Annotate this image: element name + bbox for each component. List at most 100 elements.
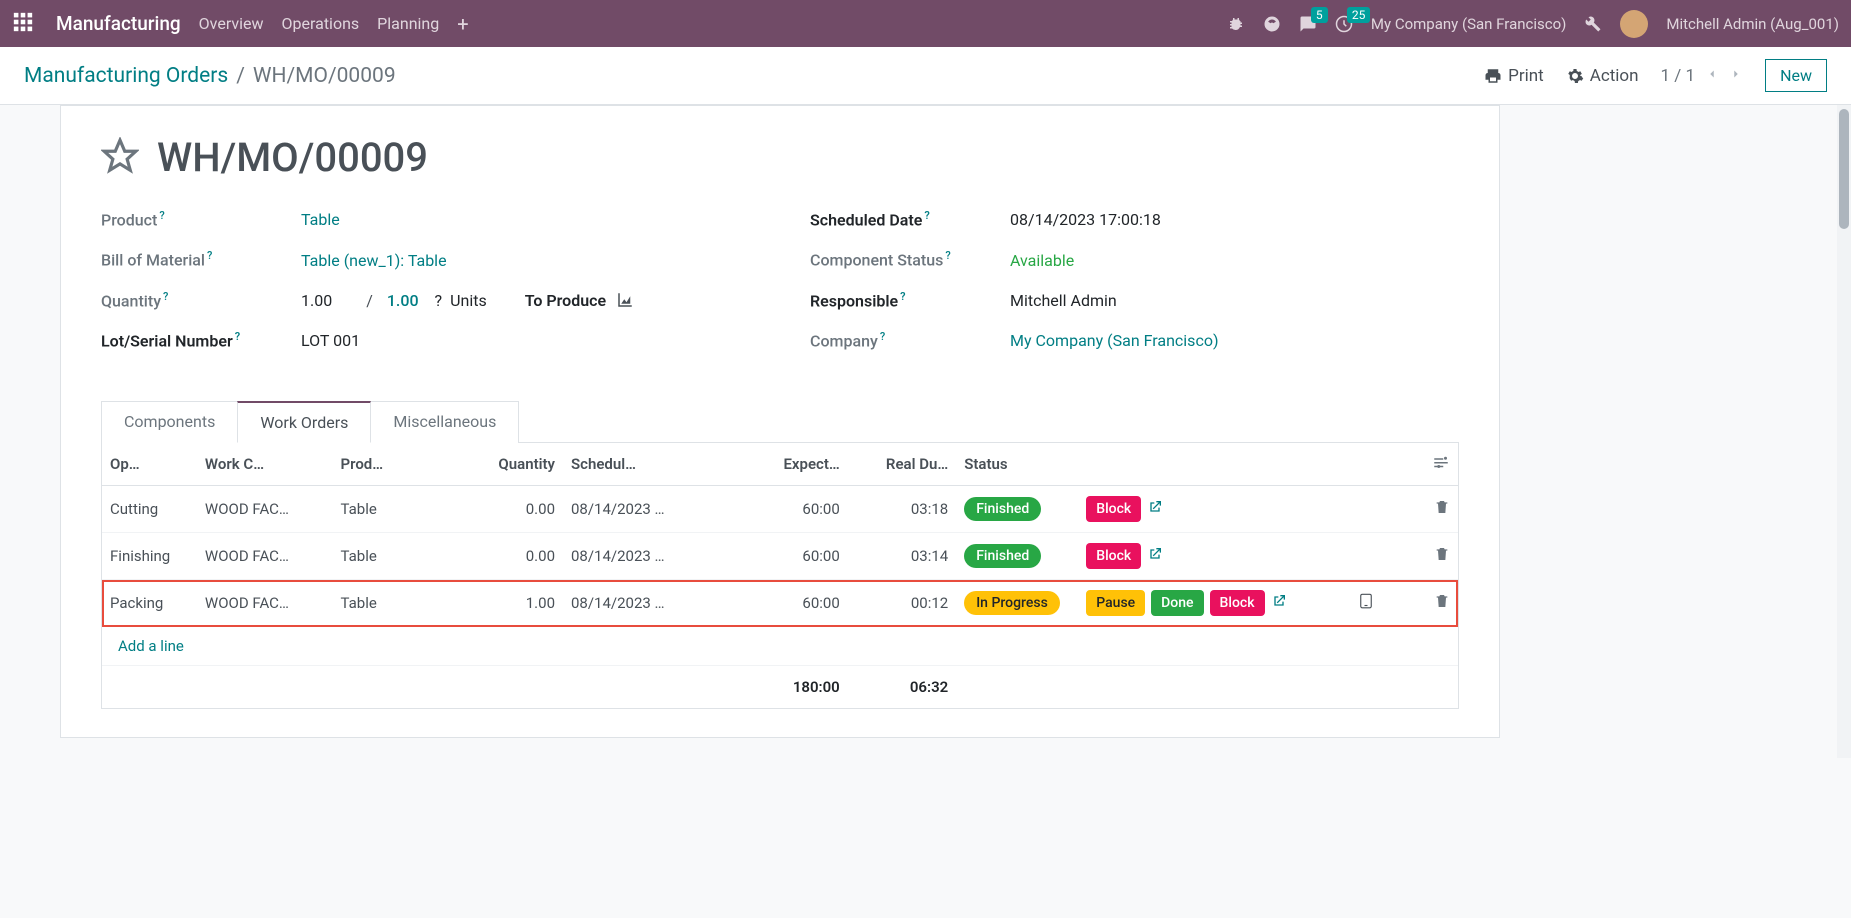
apps-icon[interactable] (12, 11, 34, 37)
tabs: Components Work Orders Miscellaneous (101, 400, 1459, 443)
cell-work-center: WOOD FAC… (197, 486, 333, 533)
print-button[interactable]: Print (1484, 66, 1544, 86)
cell-scheduled: 08/14/2023 … (563, 486, 712, 533)
bug-icon[interactable] (1227, 15, 1245, 33)
star-icon[interactable] (101, 137, 139, 179)
columns-settings-icon[interactable] (1432, 457, 1450, 475)
lot-label: Lot/Serial Number? (101, 330, 301, 350)
print-icon (1484, 67, 1502, 85)
activities-badge: 25 (1347, 7, 1371, 23)
activities-icon[interactable]: 25 (1335, 15, 1353, 33)
th-product[interactable]: Prod… (333, 443, 469, 486)
avatar[interactable] (1620, 10, 1648, 38)
external-link-icon[interactable] (1147, 499, 1163, 519)
table-row[interactable]: Packing WOOD FAC… Table 1.00 08/14/2023 … (102, 580, 1458, 627)
cell-real-duration: 00:12 (848, 580, 956, 627)
cell-expected: 60:00 (712, 533, 848, 580)
block-button[interactable]: Block (1086, 496, 1141, 522)
scheduled-value[interactable]: 08/14/2023 17:00:18 (1010, 210, 1161, 229)
company-selector[interactable]: My Company (San Francisco) (1371, 15, 1566, 33)
pager-prev-icon[interactable] (1705, 66, 1719, 86)
subbar-right: Print Action 1 / 1 New (1484, 59, 1827, 92)
menu-overview[interactable]: Overview (199, 14, 264, 33)
cell-real-duration: 03:14 (848, 533, 956, 580)
responsible-label: Responsible? (810, 290, 1010, 310)
cell-product: Table (333, 580, 469, 627)
pager: 1 / 1 (1661, 66, 1744, 86)
app-name[interactable]: Manufacturing (56, 12, 181, 35)
tab-work-orders[interactable]: Work Orders (237, 401, 371, 443)
breadcrumb-link[interactable]: Manufacturing Orders (24, 64, 228, 88)
th-scheduled[interactable]: Schedul… (563, 443, 712, 486)
external-link-icon[interactable] (1271, 593, 1287, 613)
messages-badge: 5 (1311, 7, 1328, 23)
total-real-duration: 06:32 (848, 666, 956, 709)
table-wrap: Op… Work C… Prod… Quantity Schedul… Expe… (101, 443, 1459, 709)
action-button[interactable]: Action (1566, 66, 1639, 86)
quantity-target[interactable]: 1.00 (387, 291, 419, 310)
lot-value[interactable]: LOT 001 (301, 331, 360, 350)
cell-scheduled: 08/14/2023 … (563, 533, 712, 580)
cell-scheduled: 08/14/2023 … (563, 580, 712, 627)
cell-operation: Cutting (102, 486, 197, 533)
page-title: WH/MO/00009 (157, 134, 428, 181)
gear-icon (1566, 67, 1584, 85)
messages-icon[interactable]: 5 (1299, 15, 1317, 33)
username[interactable]: Mitchell Admin (Aug_001) (1666, 15, 1839, 33)
table-row[interactable]: Cutting WOOD FAC… Table 0.00 08/14/2023 … (102, 486, 1458, 533)
th-real-duration[interactable]: Real Du… (848, 443, 956, 486)
scrollbar-thumb[interactable] (1839, 109, 1849, 229)
tools-icon[interactable] (1584, 15, 1602, 33)
quantity-value[interactable]: 1.00 (301, 291, 332, 310)
cell-product: Table (333, 533, 469, 580)
status-badge: Finished (964, 497, 1041, 521)
cell-real-duration: 03:18 (848, 486, 956, 533)
trash-icon[interactable] (1434, 595, 1450, 613)
chart-icon[interactable] (616, 291, 634, 309)
tablet-icon[interactable] (1357, 596, 1375, 614)
th-expected[interactable]: Expect… (712, 443, 848, 486)
title-row: WH/MO/00009 (101, 134, 1459, 181)
company-value[interactable]: My Company (San Francisco) (1010, 331, 1219, 350)
support-icon[interactable] (1263, 15, 1281, 33)
trash-icon[interactable] (1434, 501, 1450, 519)
th-status[interactable]: Status (956, 443, 1078, 486)
plus-icon[interactable]: + (457, 12, 468, 36)
component-status-value: Available (1010, 251, 1074, 270)
block-button[interactable]: Block (1086, 543, 1141, 569)
cell-operation: Packing (102, 580, 197, 627)
th-work-center[interactable]: Work C… (197, 443, 333, 486)
scrollbar[interactable] (1837, 105, 1851, 758)
product-value[interactable]: Table (301, 210, 340, 229)
th-quantity[interactable]: Quantity (468, 443, 563, 486)
tab-components[interactable]: Components (101, 401, 238, 443)
table-row[interactable]: Finishing WOOD FAC… Table 0.00 08/14/202… (102, 533, 1458, 580)
tab-miscellaneous[interactable]: Miscellaneous (370, 401, 519, 443)
th-operation[interactable]: Op… (102, 443, 197, 486)
cell-operation: Finishing (102, 533, 197, 580)
bom-value[interactable]: Table (new_1): Table (301, 251, 447, 270)
status-badge: Finished (964, 544, 1041, 568)
menu-operations[interactable]: Operations (282, 14, 360, 33)
form-col-left: Product? Table Bill of Material? Table (… (101, 209, 750, 370)
cell-quantity: 1.00 (468, 580, 563, 627)
block-button[interactable]: Block (1210, 590, 1265, 616)
bom-label: Bill of Material? (101, 249, 301, 269)
print-label: Print (1508, 66, 1544, 86)
work-orders-table: Op… Work C… Prod… Quantity Schedul… Expe… (102, 443, 1458, 708)
responsible-value[interactable]: Mitchell Admin (1010, 291, 1117, 310)
external-link-icon[interactable] (1147, 546, 1163, 566)
topbar-right: 5 25 My Company (San Francisco) Mitchell… (1227, 10, 1839, 38)
menu-planning[interactable]: Planning (377, 14, 439, 33)
content: WH/MO/00009 Product? Table Bill of Mater… (0, 105, 1851, 758)
cell-quantity: 0.00 (468, 533, 563, 580)
pause-button[interactable]: Pause (1086, 590, 1145, 616)
cell-expected: 60:00 (712, 580, 848, 627)
pager-text: 1 / 1 (1661, 66, 1696, 86)
done-button[interactable]: Done (1151, 590, 1203, 616)
quantity-unit: Units (450, 291, 487, 310)
trash-icon[interactable] (1434, 548, 1450, 566)
add-line[interactable]: Add a line (110, 627, 192, 665)
pager-next-icon[interactable] (1729, 66, 1743, 86)
new-button[interactable]: New (1765, 59, 1827, 92)
